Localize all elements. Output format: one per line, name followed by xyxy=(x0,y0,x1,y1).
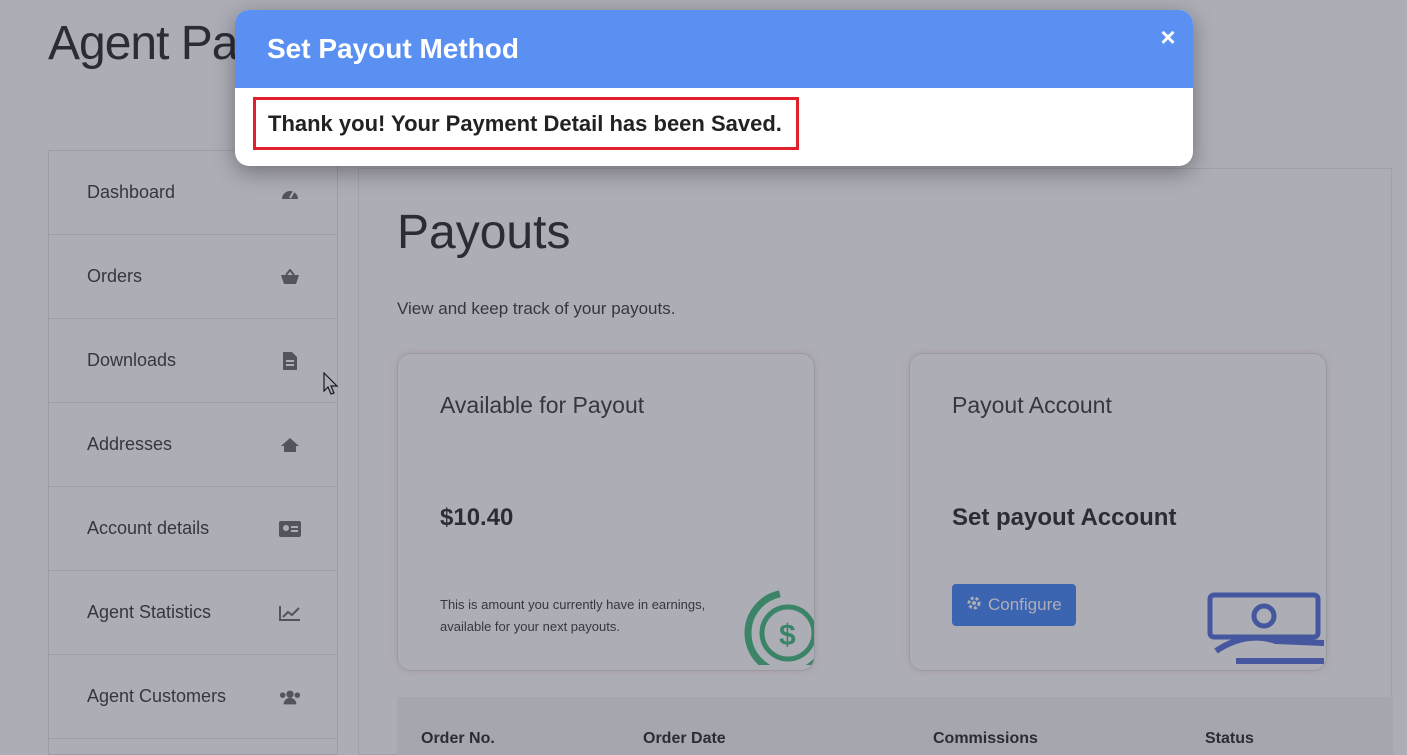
modal-title: Set Payout Method xyxy=(267,33,520,64)
modal-body: Thank you! Your Payment Detail has been … xyxy=(235,88,1193,166)
success-message-highlight: Thank you! Your Payment Detail has been … xyxy=(253,97,799,150)
success-message: Thank you! Your Payment Detail has been … xyxy=(268,110,782,136)
close-icon[interactable]: × xyxy=(1157,24,1179,50)
modal-header: Set Payout Method × xyxy=(235,10,1193,88)
set-payout-method-modal: Set Payout Method × Thank you! Your Paym… xyxy=(235,10,1193,166)
